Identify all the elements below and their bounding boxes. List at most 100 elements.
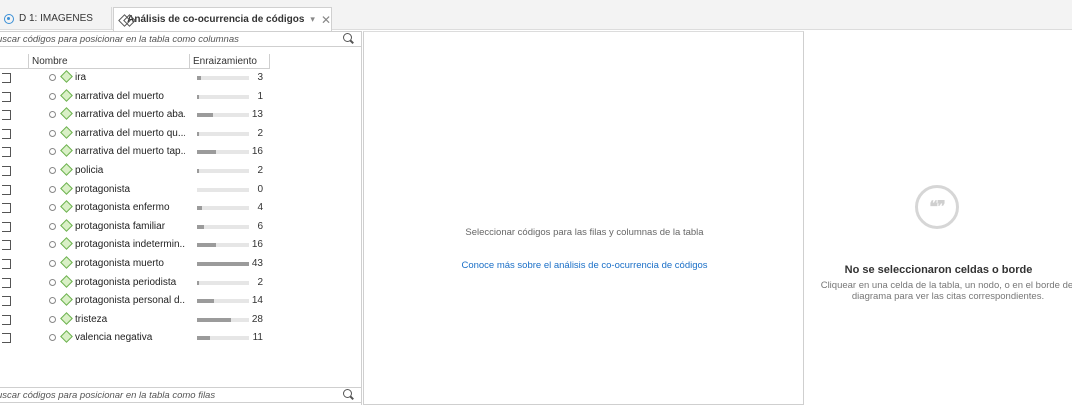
row-checkbox[interactable] <box>2 73 11 83</box>
code-name: narrativa del muerto aba... <box>75 109 185 121</box>
code-diamond-icon <box>60 107 73 121</box>
codes-panel: uscar códigos para posicionar en la tabl… <box>0 31 362 405</box>
circle-icon <box>49 297 56 305</box>
code-diamond-icon <box>60 88 73 102</box>
row-checkbox[interactable] <box>2 203 11 214</box>
code-row[interactable]: narrativa del muerto tap... 16 <box>0 143 300 162</box>
code-name: ira <box>75 72 87 83</box>
search-icon[interactable] <box>341 388 355 402</box>
code-row[interactable]: tristeza 28 <box>0 311 300 330</box>
code-row[interactable]: protagonista muerto 43 <box>0 255 300 274</box>
code-row[interactable]: protagonista personal d... 14 <box>0 292 300 311</box>
row-checkbox[interactable] <box>2 333 11 344</box>
rooting-bar <box>197 76 249 80</box>
code-diamond-icon <box>60 144 73 158</box>
tab-menu-icon[interactable]: ▾ <box>310 14 315 25</box>
row-checkbox[interactable] <box>2 258 11 269</box>
row-checkbox[interactable] <box>2 184 11 195</box>
search-icon[interactable] <box>341 32 355 46</box>
rooting-bar <box>197 113 249 118</box>
rooting-bar <box>197 224 249 229</box>
code-name: protagonista personal d... <box>75 295 185 307</box>
code-row[interactable]: protagonista familiar 6 <box>0 218 300 237</box>
rooting-value: 4 <box>257 202 263 214</box>
rooting-bar-fill <box>197 224 205 229</box>
code-name: protagonista muerto <box>75 257 164 269</box>
code-row[interactable]: protagonista indetermin... 16 <box>0 236 300 255</box>
code-name: protagonista enfermo <box>75 202 170 214</box>
row-checkbox[interactable] <box>2 240 11 251</box>
code-diamond-icon <box>60 237 73 251</box>
code-row[interactable]: protagonista enfermo 4 <box>0 199 300 218</box>
row-checkbox[interactable] <box>2 91 11 102</box>
rooting-bar-fill <box>197 206 202 211</box>
circle-icon <box>49 334 56 342</box>
column-divider <box>189 54 190 69</box>
code-row[interactable]: narrativa del muerto 1 <box>0 88 300 107</box>
code-diamond-icon <box>60 200 73 214</box>
row-checkbox[interactable] <box>2 277 11 288</box>
code-diamond-icon <box>60 125 73 139</box>
tab-close-icon[interactable]: ✕ <box>321 13 331 27</box>
rooting-value: 3 <box>257 72 263 83</box>
circle-icon <box>49 166 56 174</box>
search-rows-field[interactable]: uscar códigos para posicionar en la tabl… <box>0 387 362 403</box>
code-row[interactable]: valencia negativa 11 <box>0 329 300 348</box>
code-row[interactable]: narrativa del muerto aba... 13 <box>0 106 300 125</box>
tab-document[interactable]: D 1: IMAGENES <box>0 7 112 30</box>
code-diamond-icon <box>60 163 73 176</box>
row-checkbox[interactable] <box>2 314 11 325</box>
code-diamond-icon <box>60 293 73 306</box>
document-icon <box>4 13 14 24</box>
code-name: tristeza <box>75 313 108 325</box>
row-checkbox[interactable] <box>2 165 11 176</box>
rooting-bar-fill <box>197 299 214 304</box>
search-columns-field[interactable]: uscar códigos para posicionar en la tabl… <box>0 31 362 47</box>
rooting-value: 11 <box>252 332 263 344</box>
code-row[interactable]: protagonista 0 <box>0 181 300 200</box>
circle-icon <box>49 74 56 81</box>
code-name: narrativa del muerto tap... <box>75 146 185 158</box>
code-diamond-icon <box>60 218 73 232</box>
row-checkbox[interactable] <box>2 128 11 139</box>
circle-icon <box>49 92 56 100</box>
row-checkbox[interactable] <box>2 296 11 307</box>
rooting-value: 28 <box>251 313 263 325</box>
code-row[interactable]: narrativa del muerto qu... 2 <box>0 125 300 144</box>
search-rows-placeholder[interactable]: uscar códigos para posicionar en la tabl… <box>0 390 341 401</box>
rooting-value: 43 <box>251 257 263 269</box>
header-name[interactable]: Nombre <box>32 56 68 67</box>
codes-table-header: Nombre Enraizamiento <box>0 54 270 69</box>
tab-cooccurrence-label: Análisis de co-ocurrencia de códigos <box>127 14 305 25</box>
rooting-value: 16 <box>251 146 263 158</box>
tab-cooccurrence[interactable]: Análisis de co-ocurrencia de códigos ▾ ✕ <box>113 7 332 31</box>
code-name: narrativa del muerto qu... <box>75 127 185 139</box>
code-row[interactable]: protagonista periodista 2 <box>0 274 300 293</box>
rooting-bar-fill <box>197 280 200 285</box>
no-selection-description: Cliquear en una celda de la tabla, un no… <box>820 280 1072 302</box>
code-row[interactable]: policia 2 <box>0 162 300 181</box>
circle-icon <box>49 129 56 137</box>
code-name: protagonista indetermin... <box>75 239 185 251</box>
column-divider <box>28 54 29 69</box>
row-checkbox[interactable] <box>2 110 11 121</box>
rooting-bar-fill <box>197 261 249 266</box>
learn-more-link[interactable]: Conoce más sobre el análisis de co-ocurr… <box>364 260 805 271</box>
rooting-bar <box>197 187 249 192</box>
code-row[interactable]: ira 3 <box>0 69 300 88</box>
rooting-bar-fill <box>197 317 231 322</box>
rooting-bar <box>197 261 249 266</box>
code-name: protagonista <box>75 183 131 195</box>
header-rooting[interactable]: Enraizamiento <box>193 56 257 67</box>
tab-document-label: D 1: IMAGENES <box>19 13 93 24</box>
code-diamond-icon <box>60 274 73 288</box>
rooting-bar <box>197 168 249 173</box>
row-checkbox[interactable] <box>2 147 11 158</box>
code-diamond-icon <box>60 181 73 195</box>
empty-table-message: Seleccionar códigos para las filas y col… <box>465 227 704 238</box>
code-diamond-icon <box>60 330 73 344</box>
rooting-bar <box>197 299 249 304</box>
row-checkbox[interactable] <box>2 221 11 232</box>
circle-icon <box>49 259 56 267</box>
search-columns-placeholder[interactable]: uscar códigos para posicionar en la tabl… <box>0 34 341 45</box>
